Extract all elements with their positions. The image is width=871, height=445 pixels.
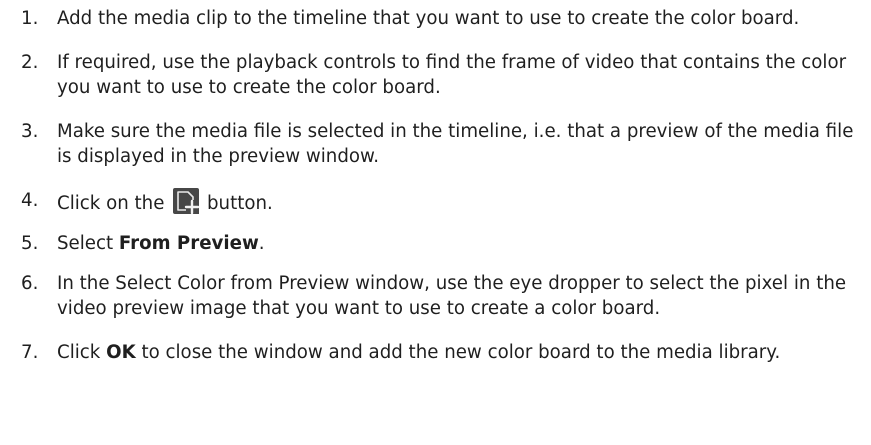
step-3: 3. Make sure the media file is selected … xyxy=(21,119,866,169)
step-text: Make sure the media file is selected in … xyxy=(57,121,854,167)
step-text-before: Click xyxy=(57,342,107,363)
step-1: 1. Add the media clip to the timeline th… xyxy=(21,6,866,31)
instruction-steps-list: 1. Add the media clip to the timeline th… xyxy=(21,6,866,365)
step-text: If required, use the playback controls t… xyxy=(57,52,847,98)
step-text-before: Select xyxy=(57,233,119,254)
step-text: Add the media clip to the timeline that … xyxy=(57,8,800,29)
step-text-before: Click on the xyxy=(57,193,165,214)
new-color-board-icon xyxy=(173,188,200,215)
step-text-after: button. xyxy=(207,193,273,214)
menu-option-name: From Preview xyxy=(118,233,259,254)
step-text-after: to close the window and add the new colo… xyxy=(135,342,781,363)
step-number: 2. xyxy=(21,52,39,73)
step-5: 5. Select From Preview. xyxy=(21,231,866,256)
step-7: 7. Click OK to close the window and add … xyxy=(21,340,866,365)
step-number: 1. xyxy=(21,8,39,29)
step-number: 5. xyxy=(21,233,39,254)
step-number: 7. xyxy=(21,342,39,363)
step-4: 4. Click on the button. xyxy=(21,188,866,216)
step-number: 3. xyxy=(21,121,39,142)
step-2: 2. If required, use the playback control… xyxy=(21,50,866,100)
button-name: OK xyxy=(106,342,136,363)
step-text-after: . xyxy=(258,233,265,254)
step-text: In the Select Color from Preview window,… xyxy=(57,273,847,319)
step-number: 6. xyxy=(21,273,39,294)
step-6: 6. In the Select Color from Preview wind… xyxy=(21,271,866,321)
step-number: 4. xyxy=(21,190,39,211)
